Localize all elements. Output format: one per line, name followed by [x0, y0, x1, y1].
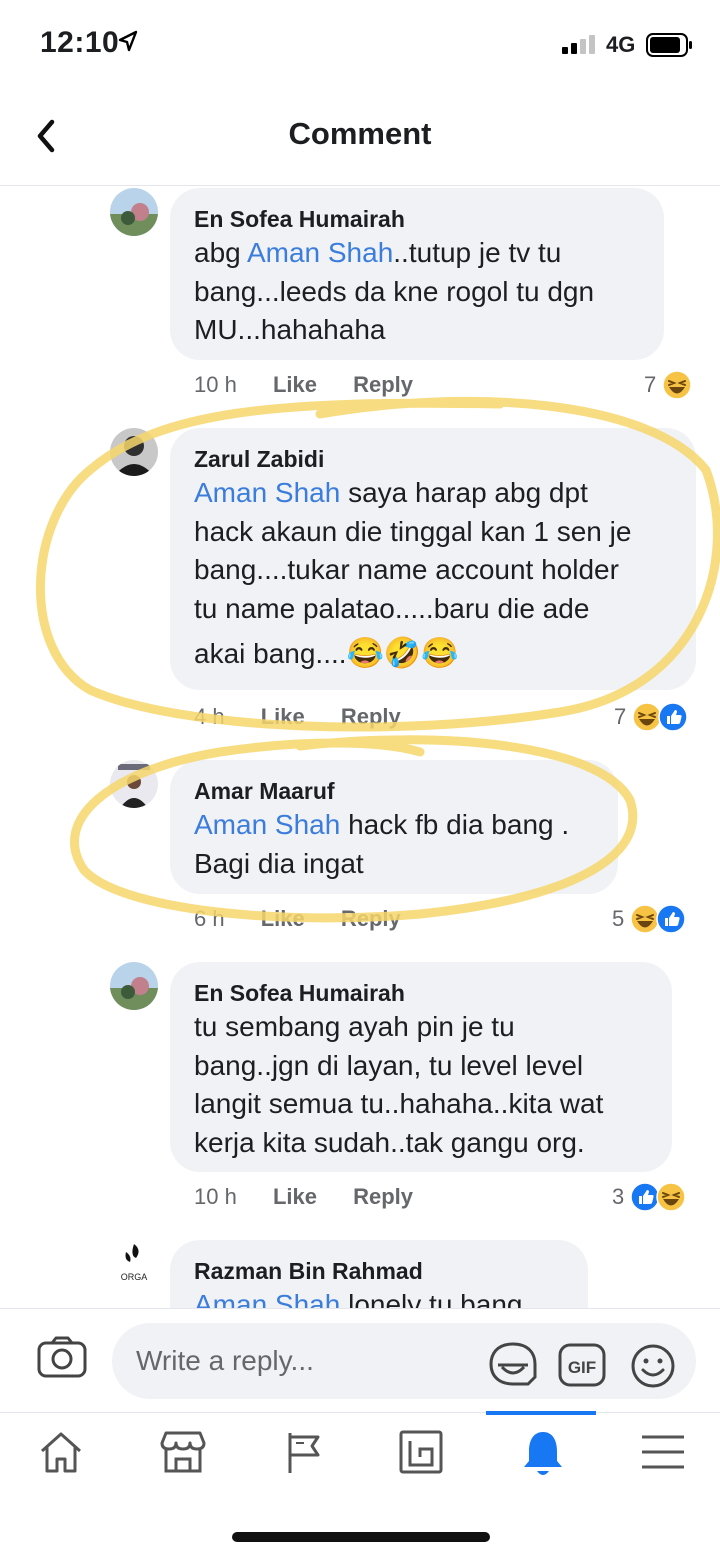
mention-link[interactable]: Aman Shah — [247, 237, 393, 268]
comment-text-line: kerja kita sudah..tak gangu org. — [194, 1126, 585, 1158]
tab-home[interactable] — [10, 1413, 110, 1495]
avatar[interactable] — [110, 188, 158, 236]
haha-reaction-icon — [656, 1182, 686, 1212]
comment-time: 10 h — [194, 1184, 237, 1209]
reaction-count: 3 — [612, 1184, 625, 1209]
like-link[interactable]: Like — [261, 704, 305, 730]
reaction-count: 7 — [614, 704, 627, 729]
reply-placeholder[interactable]: Write a reply... — [136, 1345, 314, 1377]
avatar[interactable] — [110, 962, 158, 1010]
signal-icon — [562, 35, 595, 54]
home-indicator — [232, 1532, 490, 1542]
notifications-icon — [524, 1432, 562, 1475]
groups-icon — [399, 1430, 443, 1474]
tab-pages[interactable] — [254, 1413, 354, 1495]
comment-author[interactable]: En Sofea Humairah — [194, 978, 648, 1008]
comment-text-line: tu name palatao.....baru die ade — [194, 592, 590, 624]
reaction-summary[interactable]: 3 — [612, 1182, 686, 1212]
header: Comment — [0, 92, 720, 186]
comment-bubble[interactable]: En Sofea Humairah abg Aman Shah..tutup j… — [170, 188, 664, 360]
reply-composer: Write a reply... GIF — [0, 1308, 720, 1412]
mention-link[interactable]: Aman Shah — [194, 809, 340, 840]
reply-link[interactable]: Reply — [353, 372, 413, 398]
comment-meta: 10 h Like Reply — [194, 372, 413, 398]
haha-reaction-icon — [662, 370, 692, 400]
avatar[interactable] — [110, 428, 158, 476]
tab-menu[interactable] — [612, 1413, 712, 1495]
comment-author[interactable]: Zarul Zabidi — [194, 444, 672, 474]
comment-text: tu sembang ayah pin je tu bang..jgn di l… — [194, 1008, 648, 1162]
comment-text-line: langit semua tu..hahaha..kita wat — [194, 1088, 604, 1119]
reply-link[interactable]: Reply — [353, 1184, 413, 1210]
comment-bubble[interactable]: Zarul Zabidi Aman Shah saya harap abg dp… — [170, 428, 696, 690]
comment-author[interactable]: Amar Maaruf — [194, 776, 594, 806]
marketplace-icon — [160, 1431, 206, 1473]
reply-link[interactable]: Reply — [341, 906, 401, 932]
comment-meta: 10 h Like Reply — [194, 1184, 413, 1210]
sticker-icon[interactable] — [488, 1341, 538, 1387]
comment-text: Aman Shah saya harap abg dpt hack akaun … — [194, 474, 672, 680]
comment-author[interactable]: Razman Bin Rahmad — [194, 1256, 564, 1286]
comment-bubble[interactable]: En Sofea Humairah tu sembang ayah pin je… — [170, 962, 672, 1172]
menu-icon — [642, 1435, 684, 1469]
comment-time: 6 h — [194, 906, 225, 931]
laughing-emoji: 😂🤣😂 — [346, 637, 459, 670]
svg-text:ORGA: ORGA — [121, 1272, 148, 1282]
emoji-icon[interactable] — [630, 1343, 676, 1389]
comment-text-line: tu sembang ayah pin je tu — [194, 1011, 515, 1042]
comment-text: abg Aman Shah..tutup je tv tu bang...lee… — [194, 234, 640, 350]
like-link[interactable]: Like — [273, 372, 317, 398]
like-link[interactable]: Like — [273, 1184, 317, 1210]
location-arrow-icon — [118, 30, 138, 52]
comment-text-line: bang...leeds da kne rogol tu dgn — [194, 275, 595, 307]
comment-text-line: akai bang.... — [194, 638, 347, 669]
comment-text-segment: hack fb dia bang . — [340, 809, 570, 840]
comment-meta: 6 h Like Reply — [194, 906, 401, 932]
tab-marketplace[interactable] — [130, 1413, 230, 1495]
camera-icon[interactable] — [36, 1335, 88, 1379]
reaction-summary[interactable]: 7 — [614, 702, 688, 732]
comment-time: 4 h — [194, 704, 225, 729]
status-time: 12:10 — [40, 26, 120, 59]
comment-text-segment: abg — [194, 237, 247, 268]
like-reaction-icon — [658, 702, 688, 732]
avatar[interactable] — [110, 760, 158, 808]
status-bar: 12:10 4G — [0, 0, 720, 90]
comment-author[interactable]: En Sofea Humairah — [194, 204, 640, 234]
like-reaction-icon — [656, 904, 686, 934]
reaction-summary[interactable]: 7 — [644, 370, 692, 400]
svg-text:GIF: GIF — [568, 1358, 596, 1377]
home-icon — [40, 1432, 82, 1473]
comment-text: Aman Shah hack fb dia bang . Bagi dia in… — [194, 806, 594, 883]
reply-link[interactable]: Reply — [341, 704, 401, 730]
comment-text-line: bang..jgn di layan, tu level level — [194, 1049, 584, 1081]
like-link[interactable]: Like — [261, 906, 305, 932]
reaction-count: 7 — [644, 372, 657, 397]
comment-time: 10 h — [194, 372, 237, 397]
tab-notifications[interactable] — [492, 1413, 592, 1495]
network-label: 4G — [606, 32, 636, 57]
comment-text-line: bang....tukar name account holder — [194, 554, 619, 585]
comment-text-line: MU...hahahaha — [194, 314, 386, 345]
battery-icon — [646, 33, 692, 57]
comment-text-line: hack akaun die tinggal kan 1 sen je — [194, 515, 632, 547]
mention-link[interactable]: Aman Shah — [194, 477, 340, 508]
reaction-count: 5 — [612, 906, 625, 931]
gif-icon[interactable]: GIF — [558, 1343, 606, 1387]
pages-icon — [288, 1433, 320, 1473]
comment-bubble[interactable]: Amar Maaruf Aman Shah hack fb dia bang .… — [170, 760, 618, 894]
tab-groups[interactable] — [370, 1413, 470, 1495]
avatar[interactable]: ORGA — [110, 1240, 158, 1288]
comment-text-segment: saya harap abg dpt — [340, 477, 588, 508]
comment-text-line: Bagi dia ingat — [194, 847, 364, 879]
page-title: Comment — [288, 116, 432, 151]
comment-text-segment: ..tutup je tv tu — [393, 237, 562, 268]
reaction-summary[interactable]: 5 — [612, 904, 686, 934]
comment-meta: 4 h Like Reply — [194, 704, 401, 730]
